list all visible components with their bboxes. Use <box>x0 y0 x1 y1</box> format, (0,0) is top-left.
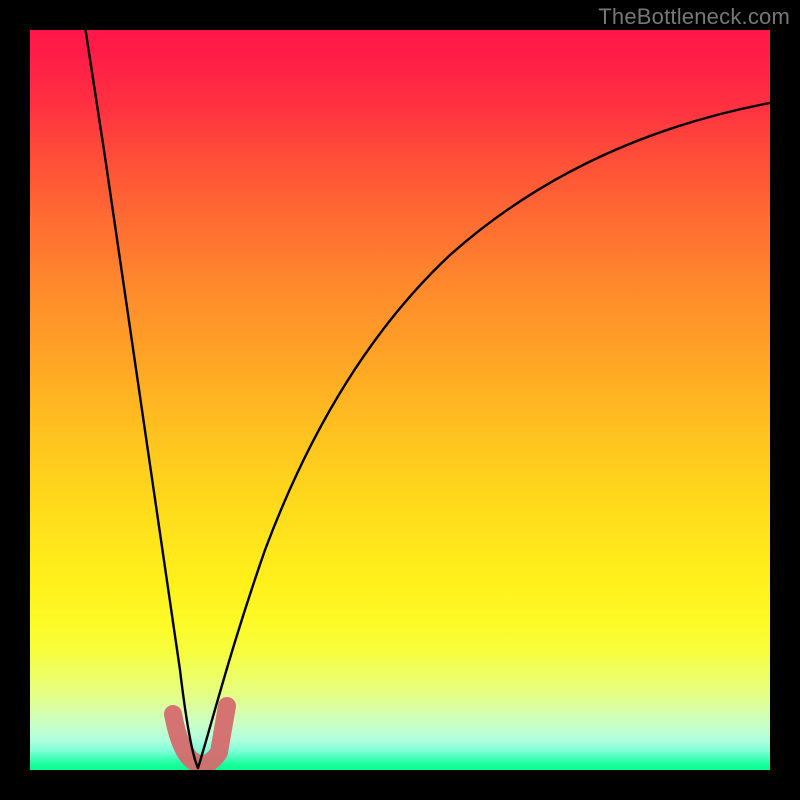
plot-area <box>30 30 770 770</box>
trough-marker <box>173 706 227 764</box>
bottleneck-curve <box>30 30 770 770</box>
curve-left-branch <box>84 30 198 768</box>
chart-frame: TheBottleneck.com <box>0 0 800 800</box>
curve-right-branch <box>198 102 770 768</box>
watermark-text: TheBottleneck.com <box>598 4 790 30</box>
